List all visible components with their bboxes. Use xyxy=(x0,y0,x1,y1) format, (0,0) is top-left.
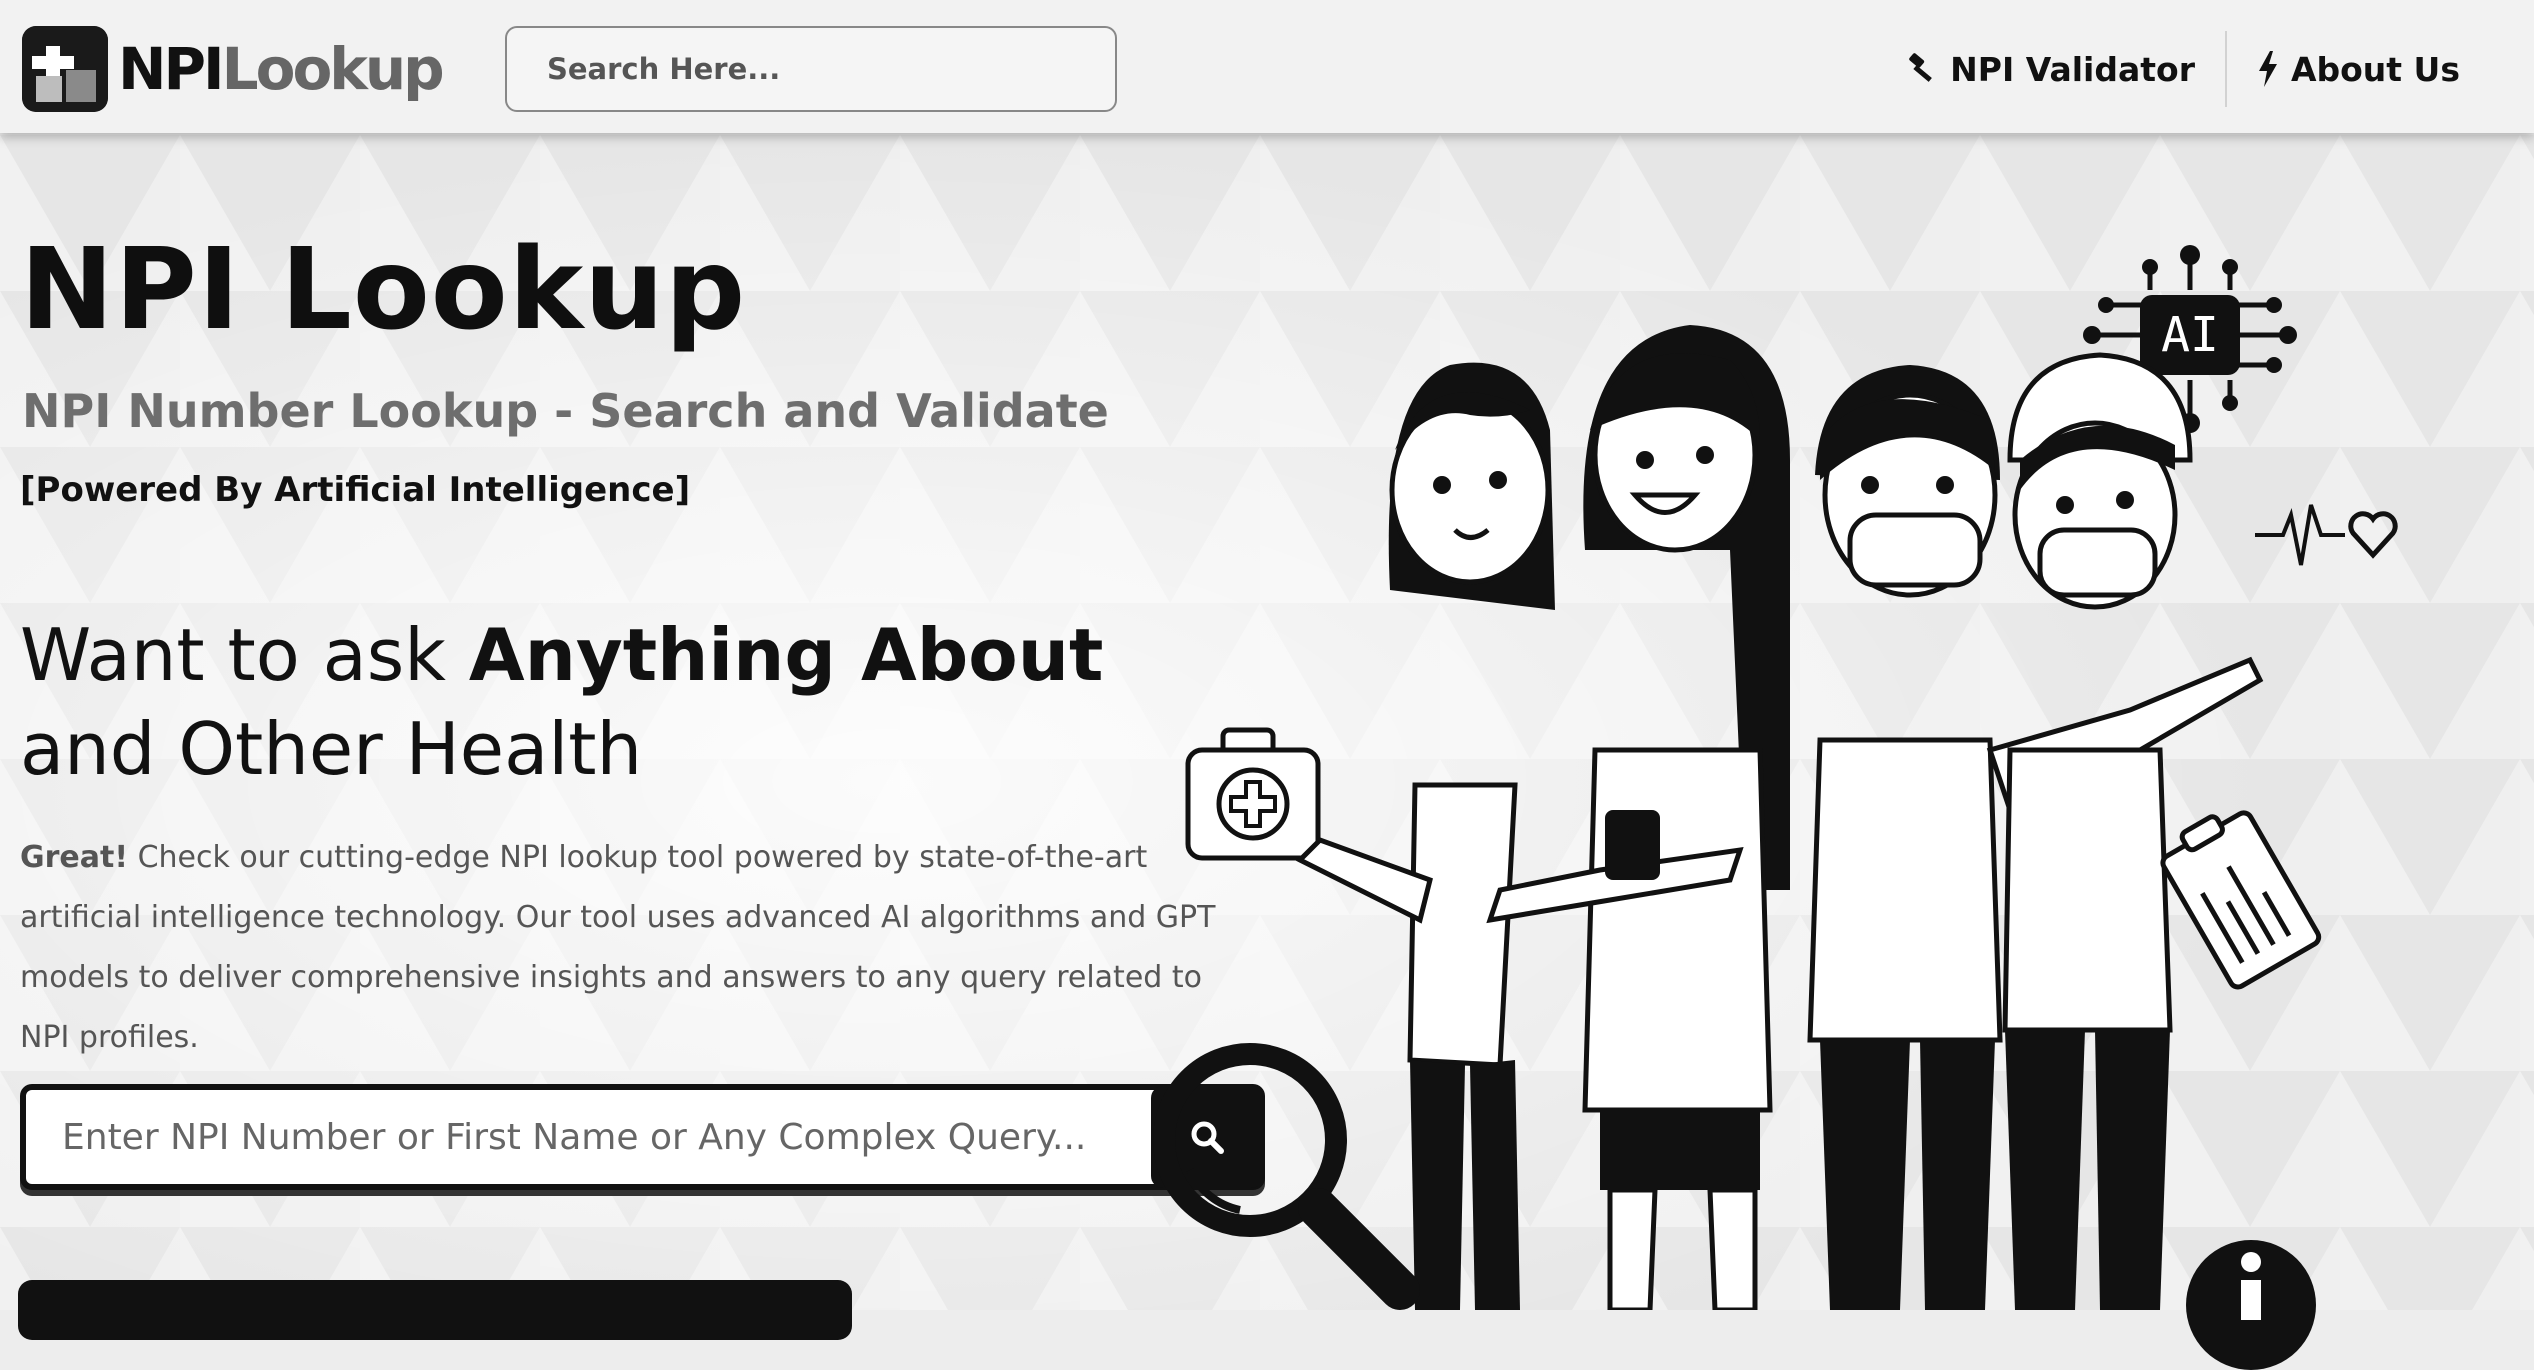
nav-npi-validator[interactable]: NPI Validator xyxy=(1874,50,2225,89)
ask-heading-normal: Want to ask xyxy=(20,613,469,697)
logo-text-npi: NPI xyxy=(118,35,225,103)
hero-description: Great! Check our cutting-edge NPI lookup… xyxy=(20,828,1250,1068)
main-nav: NPI Validator About Us xyxy=(1874,26,2490,112)
powered-by-tagline: [Powered By Artificial Intelligence] xyxy=(20,470,691,510)
site-header: NPI Lookup NPI Validator About Us xyxy=(0,0,2534,133)
gavel-icon xyxy=(1909,53,1933,82)
clipboard-icon xyxy=(2160,810,2322,990)
ai-chip-label: AI xyxy=(2161,307,2219,363)
ask-heading-bold: Anything About xyxy=(468,613,1104,697)
nav-about-us-label: About Us xyxy=(2290,49,2460,89)
logo-text-lookup: Lookup xyxy=(221,35,445,103)
info-icon xyxy=(2241,1252,2261,1320)
main-search-input[interactable] xyxy=(26,1090,1146,1184)
heartbeat-heart-icon xyxy=(2255,504,2398,566)
nav-about-us[interactable]: About Us xyxy=(2227,50,2490,89)
doctor-figure-4 xyxy=(2002,352,2193,1310)
page-title: NPI Lookup xyxy=(20,225,747,355)
site-logo[interactable]: NPI Lookup xyxy=(22,26,445,112)
description-bold-lead: Great! xyxy=(20,840,129,875)
header-search-input[interactable] xyxy=(505,26,1117,112)
lightning-bolt-icon xyxy=(2258,51,2277,87)
ask-heading-line2: and Other Health xyxy=(20,707,643,791)
info-button[interactable] xyxy=(2186,1240,2316,1370)
description-text: Check our cutting-edge NPI lookup tool p… xyxy=(20,840,1216,1055)
main-search-box xyxy=(20,1084,1265,1190)
page-subtitle: NPI Number Lookup - Search and Validate xyxy=(22,384,1109,438)
nav-npi-validator-label: NPI Validator xyxy=(1950,49,2195,89)
ask-heading: Want to ask Anything About and Other Heal… xyxy=(20,608,1103,796)
medical-cross-logo-icon xyxy=(22,26,108,112)
bottom-action-bar[interactable] xyxy=(18,1280,852,1340)
magnifier-icon xyxy=(1153,1043,1420,1310)
